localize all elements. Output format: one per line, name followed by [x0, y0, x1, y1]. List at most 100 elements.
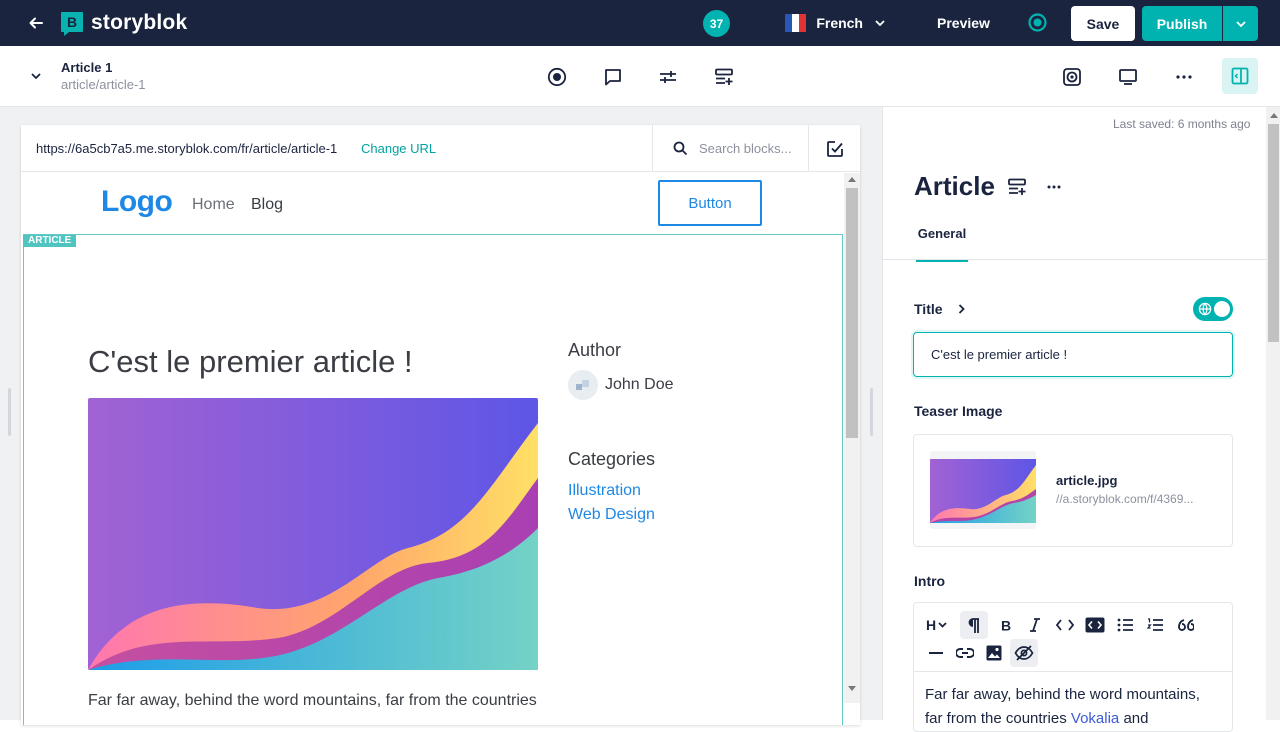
title-input[interactable]: C'est le premier article ! [913, 332, 1233, 377]
comments-icon[interactable] [602, 66, 624, 88]
asset-thumbnail [930, 451, 1036, 529]
publish-options-button[interactable] [1223, 6, 1258, 41]
svg-text:B: B [67, 14, 77, 30]
intro-richtext-editor: H B Far far away, behind the word mounta… [913, 602, 1233, 732]
category-link[interactable]: Web Design [568, 506, 655, 524]
search-placeholder: Search blocks... [699, 141, 792, 156]
scroll-down-arrow-icon[interactable] [848, 686, 856, 691]
sliders-icon[interactable] [657, 66, 679, 88]
blockquote-icon[interactable] [1172, 611, 1200, 639]
teaser-image-label: Teaser Image [914, 403, 1003, 419]
site-nav-blog[interactable]: Blog [251, 196, 283, 214]
toggle-panel-icon[interactable] [1222, 58, 1258, 94]
target-icon[interactable] [1061, 66, 1083, 88]
component-more-icon[interactable] [1043, 180, 1065, 194]
add-block-icon[interactable] [714, 66, 736, 88]
bold-icon[interactable]: B [992, 611, 1020, 639]
top-bar: B storyblok 37 French Preview Save Publi… [0, 0, 1280, 46]
site-logo[interactable]: Logo [101, 185, 173, 219]
author-name: John Doe [605, 376, 674, 393]
globe-icon [1198, 302, 1212, 316]
toggle-knob [1214, 301, 1230, 317]
article-title: C'est le premier article ! [88, 344, 413, 379]
brand-name: storyblok [91, 11, 188, 34]
chevron-down-icon [1235, 20, 1246, 27]
publish-label: Publish [1156, 15, 1208, 32]
asset-url: //a.storyblok.com/f/4369... [1056, 492, 1194, 506]
intro-vokalia-link[interactable]: Vokalia [1071, 710, 1119, 727]
teaser-image-asset[interactable]: article.jpg //a.storyblok.com/f/4369... [913, 434, 1233, 547]
hide-icon[interactable] [1010, 639, 1038, 667]
status-indicator-icon[interactable] [1028, 13, 1047, 32]
horizontal-rule-icon[interactable] [922, 639, 950, 667]
paragraph-icon[interactable] [960, 611, 988, 639]
language-selector[interactable]: French [785, 13, 885, 33]
language-label: French [816, 15, 863, 31]
italic-icon[interactable] [1021, 611, 1049, 639]
desktop-view-icon[interactable] [1117, 66, 1139, 88]
save-label: Save [1086, 15, 1120, 32]
preview-scrollbar[interactable] [844, 173, 860, 703]
scroll-up-arrow-icon[interactable] [848, 177, 856, 182]
url-bar: https://6a5cb7a5.me.storyblok.com/fr/art… [21, 125, 860, 172]
collapse-chevron-icon[interactable] [28, 70, 44, 82]
right-resize-handle[interactable] [870, 388, 873, 436]
svg-text:B: B [1001, 618, 1011, 632]
more-options-icon[interactable] [1173, 66, 1195, 88]
site-button[interactable]: Button [658, 180, 762, 226]
link-icon[interactable] [951, 639, 979, 667]
title-label: Title [914, 301, 943, 317]
scrollbar-thumb[interactable] [846, 188, 858, 438]
back-arrow-icon[interactable] [24, 11, 48, 35]
publish-button[interactable]: Publish [1142, 6, 1222, 41]
translatable-toggle[interactable] [1193, 297, 1233, 321]
story-name: Article 1 [61, 60, 113, 75]
france-flag-icon [785, 14, 807, 32]
categories-heading: Categories [568, 449, 656, 469]
left-resize-handle[interactable] [8, 388, 11, 436]
ordered-list-icon[interactable] [1141, 611, 1169, 639]
chevron-right-icon[interactable] [955, 303, 967, 315]
code-block-icon[interactable] [1081, 611, 1109, 639]
chevron-down-icon [875, 20, 885, 26]
article-hero-image [88, 398, 538, 670]
panel-scrollbar-thumb[interactable] [1268, 124, 1279, 342]
image-icon[interactable] [980, 639, 1008, 667]
record-icon[interactable] [546, 66, 568, 88]
code-icon[interactable] [1051, 611, 1079, 639]
storyblok-logo-icon: B [60, 11, 84, 37]
bullet-list-icon[interactable] [1111, 611, 1139, 639]
preview-url[interactable]: https://6a5cb7a5.me.storyblok.com/fr/art… [36, 141, 337, 156]
author-avatar [568, 370, 598, 400]
block-schema-icon[interactable] [1007, 176, 1029, 198]
block-editor-panel: Last saved: 6 months ago Article General… [882, 107, 1280, 732]
intro-richtext-content[interactable]: Far far away, behind the word mountains,… [925, 683, 1225, 731]
story-slug: article/article-1 [61, 77, 146, 92]
asset-filename: article.jpg [1056, 473, 1118, 488]
panel-scrollbar[interactable] [1266, 107, 1280, 720]
preview-button[interactable]: Preview [937, 15, 990, 31]
change-url-link[interactable]: Change URL [361, 141, 436, 156]
scroll-up-arrow-icon[interactable] [1270, 113, 1278, 118]
last-saved: Last saved: 6 months ago [1113, 117, 1251, 131]
intro-label: Intro [914, 573, 946, 589]
search-icon [673, 141, 688, 156]
select-block-icon[interactable] [808, 125, 860, 172]
author-heading: Author [568, 340, 622, 360]
block-tag: ARTICLE [23, 235, 77, 247]
notification-count: 37 [709, 16, 724, 31]
tabs-divider [883, 259, 1280, 260]
tab-general[interactable]: General [916, 225, 968, 262]
heading-dropdown-icon[interactable]: H [924, 611, 952, 639]
intro-line-2: far from the countries Vokalia and [925, 707, 1225, 731]
save-button[interactable]: Save [1071, 6, 1135, 41]
intro-line-1: Far far away, behind the word mountains, [925, 686, 1200, 703]
svg-text:H: H [926, 618, 936, 632]
site-nav-home[interactable]: Home [192, 196, 235, 214]
preview-frame: https://6a5cb7a5.me.storyblok.com/fr/art… [21, 125, 860, 725]
notification-badge[interactable]: 37 [703, 10, 730, 37]
title-input-value: C'est le premier article ! [931, 347, 1068, 362]
search-blocks[interactable]: Search blocks... [652, 125, 808, 172]
category-link[interactable]: Illustration [568, 482, 641, 500]
tab-general-label: General [917, 226, 967, 241]
